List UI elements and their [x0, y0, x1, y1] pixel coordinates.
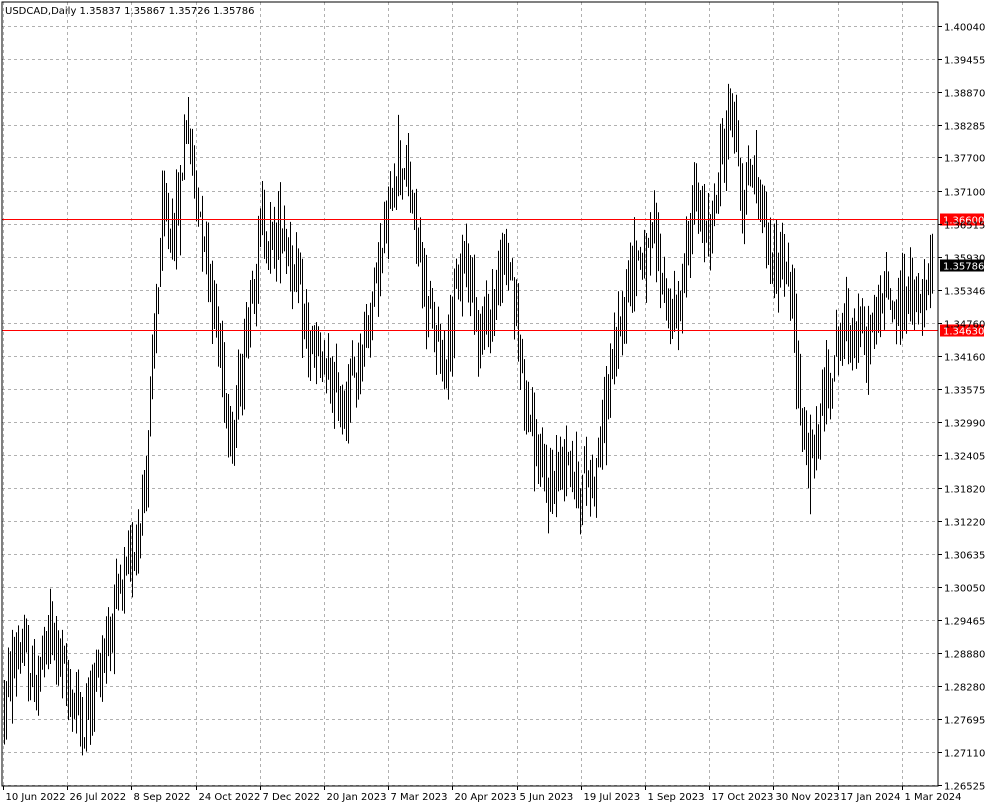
- y-tick-label: 1.34760: [944, 320, 985, 331]
- x-tick-label: 19 Jul 2023: [584, 792, 641, 803]
- x-tick-label: 24 Oct 2022: [199, 792, 261, 803]
- x-tick-label: 17 Jan 2024: [841, 792, 901, 803]
- x-tick-label: 30 Nov 2023: [776, 792, 840, 803]
- y-tick-label: 1.37100: [944, 188, 985, 199]
- y-tick-label: 1.35930: [944, 254, 985, 265]
- x-tick-label: 26 Jul 2022: [70, 792, 127, 803]
- x-tick-label: 10 Jun 2022: [6, 792, 66, 803]
- y-tick-label: 1.31220: [944, 518, 985, 529]
- y-tick-label: 1.37700: [944, 154, 985, 165]
- x-tick-label: 8 Sep 2022: [134, 792, 191, 803]
- x-tick-label: 7 Dec 2022: [263, 792, 321, 803]
- y-tick-label: 1.30050: [944, 584, 985, 595]
- y-tick-label: 1.35346: [944, 287, 985, 298]
- x-tick-label: 1 Mar 2024: [905, 792, 962, 803]
- chart-title: USDCAD,Daily 1.35837 1.35867 1.35726 1.3…: [5, 6, 255, 17]
- y-tick-label: 1.38870: [944, 89, 985, 100]
- y-tick-label: 1.34160: [944, 353, 985, 364]
- x-tick-label: 20 Jan 2023: [327, 792, 387, 803]
- y-tick-label: 1.39455: [944, 56, 985, 67]
- x-tick-label: 17 Oct 2023: [712, 792, 774, 803]
- y-tick-label: 1.30635: [944, 551, 985, 562]
- y-tick-label: 1.32990: [944, 419, 985, 430]
- y-tick-label: 1.28880: [944, 650, 985, 661]
- x-tick-label: 20 Apr 2023: [455, 792, 517, 803]
- y-tick-label: 1.27695: [944, 716, 985, 727]
- y-tick-label: 1.36515: [944, 221, 985, 232]
- y-tick-label: 1.40040: [944, 23, 985, 34]
- y-tick-label: 1.38285: [944, 122, 985, 133]
- y-tick-label: 1.29465: [944, 617, 985, 628]
- y-tick-label: 1.32405: [944, 452, 985, 463]
- y-tick-label: 1.26525: [944, 782, 985, 793]
- y-tick-label: 1.31820: [944, 485, 985, 496]
- x-tick-label: 7 Mar 2023: [391, 792, 448, 803]
- y-tick-label: 1.28280: [944, 683, 985, 694]
- y-tick-label: 1.27110: [944, 749, 985, 760]
- ohlc-chart: 1.366001.346301.35786 1.400401.394551.38…: [0, 0, 985, 808]
- x-tick-label: 5 Jun 2023: [520, 792, 574, 803]
- y-tick-label: 1.33575: [944, 386, 985, 397]
- x-tick-label: 1 Sep 2023: [648, 792, 705, 803]
